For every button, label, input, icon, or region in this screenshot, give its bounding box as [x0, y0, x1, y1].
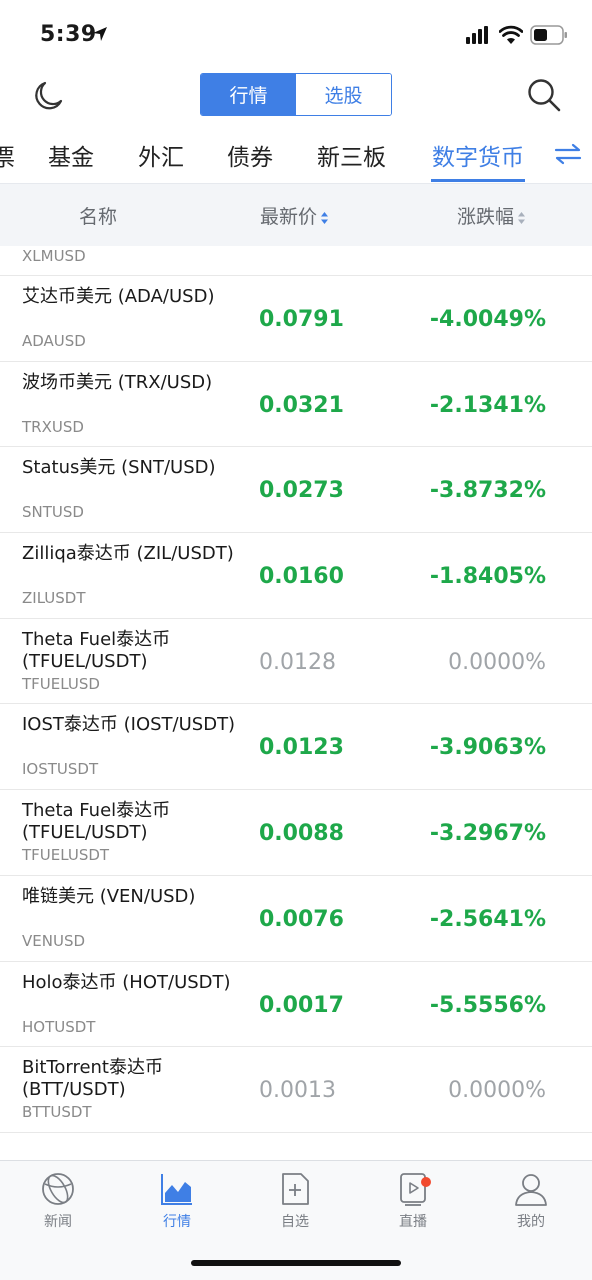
notification-badge: [421, 1177, 431, 1187]
change-percent: -2.1341%: [429, 392, 546, 418]
tab-crypto[interactable]: 数字货币: [432, 138, 524, 172]
latest-price: 0.0017: [259, 992, 344, 1018]
nav-market-label: 行情: [163, 1214, 191, 1230]
segment-market[interactable]: 行情: [201, 74, 296, 115]
change-percent: -1.8405%: [429, 564, 546, 590]
battery-icon: [530, 25, 567, 45]
list-item[interactable]: BitTorrent泰达币 (BTT/USDT) BTTUSDT 0.0013 …: [0, 1047, 592, 1133]
folder-add-icon: [282, 1173, 309, 1205]
symbol-code: ZILUSDT: [22, 589, 86, 608]
tab-fund[interactable]: 基金: [48, 138, 94, 172]
symbol-code: TRXUSD: [22, 417, 84, 436]
globe-icon: [42, 1173, 74, 1205]
change-percent: -4.0049%: [429, 307, 546, 332]
active-tab-indicator: [431, 179, 525, 182]
category-tabs: 票 基金 外汇 债券 新三板 数字货币: [0, 124, 592, 184]
list-item[interactable]: Holo泰达币 (HOT/USDT) HOTUSDT 0.0017 -5.555…: [0, 962, 592, 1048]
symbol-code: BTTUSDT: [22, 1103, 92, 1122]
list-item[interactable]: Status美元 (SNT/USD) SNTUSD 0.0273 -3.8732…: [0, 447, 592, 534]
change-percent: -5.5556%: [429, 992, 546, 1018]
tab-forex[interactable]: 外汇: [138, 138, 184, 172]
nav-news[interactable]: 新闻: [8, 1171, 108, 1231]
change-percent: -3.8732%: [429, 478, 546, 504]
symbol-code: XLMUSD: [22, 247, 86, 265]
change-percent: 0.0000%: [448, 649, 546, 675]
segment-stock-picker[interactable]: 选股: [296, 74, 391, 115]
list-item[interactable]: Theta Fuel泰达币 (TFUEL/USDT) TFUELUSDT 0.0…: [0, 790, 592, 876]
column-price-label: 最新价: [260, 206, 318, 228]
coin-name: Status美元 (SNT/USD): [22, 457, 216, 479]
symbol-code: TFUELUSDT: [22, 846, 110, 865]
list-item[interactable]: Zilliqa泰达币 (ZIL/USDT) ZILUSDT 0.0160 -1.…: [0, 533, 592, 619]
wifi-icon: [499, 25, 523, 44]
column-name-label: 名称: [79, 206, 118, 228]
list-item[interactable]: IOST泰达币 (IOST/USDT) IOSTUSDT 0.0123 -3.9…: [0, 704, 592, 791]
symbol-code: SNTUSD: [22, 503, 84, 522]
search-icon[interactable]: [526, 77, 562, 113]
symbol-code: TFUELUSD: [22, 674, 100, 693]
symbol-code: HOTUSDT: [22, 1017, 96, 1036]
column-price-sort[interactable]: 最新价: [260, 202, 329, 229]
coin-name: 艾达币美元 (ADA/USD): [22, 286, 215, 307]
coin-name: Zilliqa泰达币 (ZIL/USDT): [22, 543, 234, 565]
coin-name: 唯链美元 (VEN/USD): [22, 885, 196, 907]
latest-price: 0.0013: [259, 1078, 336, 1104]
sort-icon: [321, 211, 329, 224]
list-item[interactable]: XLMUSD: [0, 246, 592, 276]
change-percent: -2.5641%: [429, 906, 546, 932]
nav-live[interactable]: 直播: [363, 1171, 463, 1231]
nav-news-label: 新闻: [44, 1214, 72, 1230]
coin-name: Holo泰达币 (HOT/USDT): [22, 971, 231, 993]
column-change-label: 涨跌幅: [457, 206, 515, 228]
list-item[interactable]: 艾达币美元 (ADA/USD) ADAUSD 0.0791 -4.0049%: [0, 276, 592, 362]
moon-icon[interactable]: [32, 80, 64, 112]
status-time: 5:39: [40, 22, 97, 47]
list-item[interactable]: Theta Fuel泰达币 (TFUEL/USDT) TFUELUSD 0.01…: [0, 619, 592, 705]
coin-name: Theta Fuel泰达币 (TFUEL/USDT): [22, 800, 171, 844]
latest-price: 0.0123: [259, 735, 344, 761]
tab-neeq[interactable]: 新三板: [317, 138, 386, 172]
cellular-signal-icon: [466, 26, 488, 44]
coin-name: 波场币美元 (TRX/USD): [22, 371, 213, 393]
person-icon: [515, 1174, 547, 1206]
list-item[interactable]: 波场币美元 (TRX/USD) TRXUSD 0.0321 -2.1341%: [0, 362, 592, 448]
nav-profile-label: 我的: [517, 1214, 545, 1230]
location-arrow-icon: [93, 27, 107, 41]
coin-name: Theta Fuel泰达币 (TFUEL/USDT): [22, 628, 171, 672]
symbol-code: VENUSD: [22, 931, 86, 950]
change-percent: -3.9063%: [429, 735, 546, 761]
crypto-list: XLMUSD 艾达币美元 (ADA/USD) ADAUSD 0.0791 -4.…: [0, 246, 592, 1133]
column-change-sort[interactable]: 涨跌幅: [457, 202, 526, 229]
symbol-code: ADAUSD: [22, 332, 86, 350]
market-segment-control: 行情 选股: [200, 73, 392, 116]
latest-price: 0.0088: [259, 821, 344, 847]
nav-watchlist[interactable]: 自选: [245, 1171, 345, 1231]
nav-live-label: 直播: [399, 1214, 427, 1230]
latest-price: 0.0128: [259, 649, 336, 675]
change-percent: 0.0000%: [448, 1078, 546, 1104]
column-header: 名称 最新价 涨跌幅: [0, 184, 592, 246]
list-item[interactable]: 唯链美元 (VEN/USD) VENUSD 0.0076 -2.5641%: [0, 876, 592, 962]
coin-name: IOST泰达币 (IOST/USDT): [22, 714, 236, 736]
latest-price: 0.0791: [259, 307, 344, 332]
nav-profile[interactable]: 我的: [481, 1171, 581, 1231]
latest-price: 0.0321: [259, 392, 344, 418]
chart-icon: [161, 1174, 192, 1205]
coin-name: BitTorrent泰达币 (BTT/USDT): [22, 1057, 163, 1101]
latest-price: 0.0076: [259, 906, 344, 932]
change-percent: -3.2967%: [429, 821, 546, 847]
status-bar: 5:39: [0, 0, 592, 70]
tab-stock-partial[interactable]: 票: [0, 138, 15, 172]
nav-watchlist-label: 自选: [281, 1214, 309, 1230]
home-indicator: [191, 1260, 401, 1266]
tab-bonds[interactable]: 债券: [227, 138, 273, 172]
symbol-code: IOSTUSDT: [22, 760, 99, 779]
latest-price: 0.0160: [259, 564, 344, 590]
latest-price: 0.0273: [259, 478, 344, 504]
sort-icon: [518, 211, 526, 224]
swap-arrows-icon[interactable]: [554, 142, 582, 166]
nav-market[interactable]: 行情: [127, 1171, 227, 1231]
